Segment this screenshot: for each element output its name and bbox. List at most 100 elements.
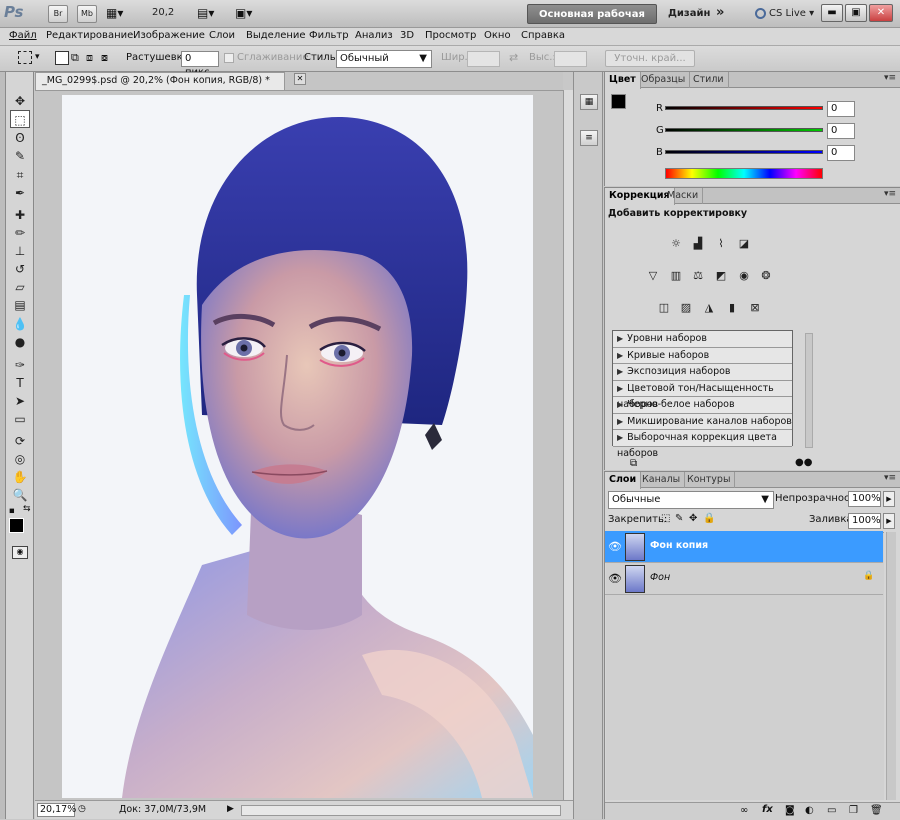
default-colors-icon[interactable]: ◾ [9,506,15,515]
layer-style-icon[interactable]: fx [762,804,773,815]
preset-hue-saturation[interactable]: ▶Цветовой тон/Насыщенность наборов [613,380,792,410]
link-layers-icon[interactable]: ∞ [740,805,748,816]
black-white-icon[interactable]: ◩ [712,268,730,284]
preset-curves[interactable]: ▶ Кривые наборов [613,347,792,364]
hand-tool-icon[interactable]: ✋ [10,468,30,486]
add-mask-icon[interactable]: ◙ [785,805,795,816]
red-value-input[interactable]: 0 [827,101,855,117]
visibility-eye-icon[interactable]: 👁 [608,540,622,553]
curves-icon[interactable]: ⌇ [712,236,730,252]
new-group-icon[interactable]: ▭ [827,805,836,816]
lock-image-icon[interactable]: ✎ [675,513,683,524]
arrange-documents-dropdown[interactable]: ▤▾ [197,6,214,20]
swap-arrows-icon[interactable]: ⇄ [509,51,518,64]
view-extras-dropdown[interactable]: ▦▾ [106,6,132,22]
layer-name[interactable]: Фон копия [650,540,708,551]
clone-stamp-tool-icon[interactable]: ⊥ [10,242,30,260]
close-window-button[interactable]: ✕ [869,4,893,22]
new-adjustment-layer-icon[interactable]: ◐ [805,805,814,816]
layer-row-background-copy[interactable]: 👁 Фон копия [605,531,883,563]
crop-tool-icon[interactable]: ⌗ [10,166,30,184]
gradient-map-icon[interactable]: ▮ [723,300,741,316]
fill-input[interactable]: 100% [848,513,881,529]
color-spectrum-ramp[interactable] [665,168,823,179]
threshold-icon[interactable]: ◮ [700,300,718,316]
brightness-contrast-icon[interactable]: ☼ [667,236,685,252]
channel-mixer-icon[interactable]: ❂ [757,268,775,284]
actions-panel-icon[interactable]: ≡ [580,130,598,146]
preset-channel-mixer[interactable]: ▶ Микширование каналов наборов [613,413,792,430]
zoom-status-field[interactable]: 20,17% [37,803,76,817]
clip-to-layer-icon[interactable]: ●● [795,457,812,468]
selective-color-icon[interactable]: ⊠ [746,300,764,316]
zoom-level[interactable]: 20,2 [152,3,174,23]
opacity-input[interactable]: 100% [848,491,881,507]
portrait-photo[interactable] [62,95,533,798]
layers-scrollbar[interactable] [886,532,896,800]
3d-orbit-tool-icon[interactable]: ◎ [10,450,30,468]
healing-brush-tool-icon[interactable]: ✚ [10,206,30,224]
layer-row-background[interactable]: 👁 Фон 🔒 [605,563,883,595]
new-layer-icon[interactable]: ❐ [849,805,858,816]
invert-icon[interactable]: ◫ [655,300,673,316]
history-panel-icon[interactable]: ▦ [580,94,598,110]
blue-slider[interactable] [665,150,823,154]
status-menu-arrow-icon[interactable]: ▶ [227,804,234,814]
menu-window[interactable]: Окно [484,30,511,41]
pen-tool-icon[interactable]: ✑ [10,356,30,374]
document-tab[interactable]: _MG_0299$.psd @ 20,2% (Фон копия, RGB/8)… [35,72,306,90]
status-info-icon[interactable]: ◷ [78,804,86,814]
rectangular-marquee-tool-icon[interactable]: ⬚ [10,110,30,128]
fill-slider-arrow-icon[interactable]: ▶ [883,513,895,529]
refine-edge-button[interactable]: Уточн. край... [605,50,695,67]
photo-filter-icon[interactable]: ◉ [735,268,753,284]
intersect-selection-icon[interactable]: ⧇ [101,51,108,65]
move-tool-icon[interactable]: ✥ [10,92,30,110]
antialias-checkbox[interactable] [224,53,234,63]
tab-color[interactable]: Цвет [605,72,641,89]
delete-layer-icon[interactable]: 🗑 [870,805,883,816]
height-input[interactable] [554,51,587,67]
preset-exposure[interactable]: ▶ Экспозиция наборов [613,364,792,381]
feather-input[interactable]: 0 пикс. [181,51,219,78]
style-select[interactable]: Обычный ▼ [336,50,432,68]
tab-channels[interactable]: Каналы [638,472,686,488]
marquee-tool-preset-icon[interactable] [18,51,32,64]
width-input[interactable] [467,51,500,67]
tab-layers[interactable]: Слои [605,472,642,489]
quick-selection-tool-icon[interactable]: ✎ [10,147,30,165]
lock-position-icon[interactable]: ✥ [689,513,697,524]
menu-edit[interactable]: Редактирование [46,30,133,41]
eraser-tool-icon[interactable]: ▱ [10,278,30,296]
red-slider[interactable] [665,106,823,110]
quick-mask-icon[interactable]: ◉ [12,546,28,559]
horizontal-scrollbar[interactable] [241,805,561,816]
menu-image[interactable]: Изображение [133,30,205,41]
cs-live-menu[interactable]: CS Live ▾ [769,4,814,24]
menu-select[interactable]: Выделение [246,30,306,41]
posterize-icon[interactable]: ▨ [677,300,695,316]
path-selection-tool-icon[interactable]: ➤ [10,392,30,410]
menu-help[interactable]: Справка [521,30,565,41]
subtract-selection-icon[interactable]: ⧈ [86,51,93,65]
menu-analysis[interactable]: Анализ [355,30,393,41]
blend-mode-select[interactable]: Обычные ▼ [608,491,774,509]
dodge-tool-icon[interactable]: ● [10,333,30,351]
menu-layers[interactable]: Слои [209,30,235,41]
swap-colors-icon[interactable]: ⇆ [23,504,31,514]
visibility-eye-icon[interactable]: 👁 [608,572,622,585]
green-slider[interactable] [665,128,823,132]
maximize-button[interactable]: ▣ [845,4,867,22]
brush-tool-icon[interactable]: ✏ [10,224,30,242]
new-selection-icon[interactable] [55,51,69,65]
type-tool-icon[interactable]: T [10,374,30,392]
menu-3d[interactable]: 3D [400,30,414,41]
menu-view[interactable]: Просмотр [425,30,476,41]
lock-all-icon[interactable]: 🔒 [703,513,715,524]
minimize-button[interactable]: ▬ [821,4,843,22]
screen-mode-dropdown[interactable]: ▣▾ [235,6,252,20]
foreground-color-chip[interactable] [611,94,626,109]
mini-bridge-button[interactable]: Mb [77,5,97,23]
color-balance-icon[interactable]: ⚖ [689,268,707,284]
history-brush-tool-icon[interactable]: ↺ [10,260,30,278]
